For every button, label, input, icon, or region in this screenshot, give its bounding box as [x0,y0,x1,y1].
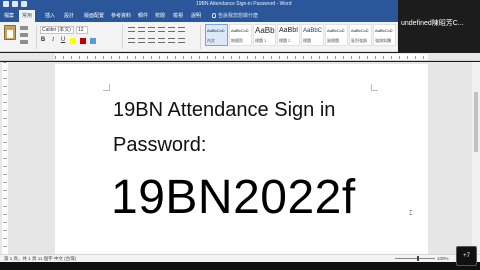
tab-home[interactable]: 常用 [19,10,36,22]
tab-insert[interactable]: 插入 [45,12,55,19]
zoom-level[interactable]: 100% [437,256,449,261]
paragraph-row-1 [128,27,185,32]
redo-icon[interactable] [21,1,27,7]
multilevel-list-icon[interactable] [148,27,155,32]
font-format-row: B I U [40,37,96,44]
tell-me-box[interactable]: 告訴我您想做什麼 [212,12,258,19]
italic-button[interactable]: I [50,37,56,44]
numbering-icon[interactable] [138,27,145,32]
tab-help[interactable]: 說明 [191,12,201,19]
window-title: 19BN Attendance Sign-in Password - Word [196,1,292,7]
document-canvas: 19BN Attendance Sign in Password: 19BN20… [0,62,480,264]
bullets-icon[interactable] [128,27,135,32]
decrease-indent-icon[interactable] [158,27,165,32]
highlight-color-icon[interactable] [70,38,76,44]
mouse-cursor-icon: ⌶ [409,211,413,217]
align-center-icon[interactable] [138,38,145,43]
clipboard-tools [20,26,28,44]
justify-icon[interactable] [158,38,165,43]
font-color-icon[interactable] [80,38,86,44]
participant-name: undefined陳昭芳C... [401,20,464,27]
style-heading-1[interactable]: AaBb 標題 1 [253,24,276,46]
group-divider [200,25,201,49]
document-password-label[interactable]: Password: [113,134,206,157]
format-painter-icon[interactable] [20,40,28,44]
tab-design[interactable]: 設計 [64,12,74,19]
vertical-ruler-ticks [3,62,7,261]
style-normal[interactable]: AaBbCcD 內文 [205,24,228,46]
tab-file[interactable]: 檔案 [4,12,14,19]
paste-icon[interactable] [4,25,16,40]
underline-button[interactable]: U [60,37,66,44]
status-bar: 第 1 頁，共 1 頁 11 個字 中文 (台灣) 100% [0,254,480,262]
ruler-body [55,54,428,60]
style-heading-2[interactable]: AaBbI 標題 2 [277,24,300,46]
vertical-ruler[interactable] [2,62,8,261]
copy-icon[interactable] [20,33,28,37]
tab-layout[interactable]: 版面配置 [84,12,104,19]
tab-mailings[interactable]: 郵件 [138,12,148,19]
tab-view[interactable]: 檢視 [173,12,183,19]
style-title[interactable]: AaBbC 標題 [301,24,324,46]
clipboard-group [2,24,32,50]
shading-icon[interactable] [178,38,185,43]
tab-review[interactable]: 校閱 [155,12,165,19]
save-icon[interactable] [3,1,9,7]
zoom-slider-thumb[interactable] [417,256,419,261]
increase-indent-icon[interactable] [168,27,175,32]
align-right-icon[interactable] [148,38,155,43]
text-effects-icon[interactable] [90,38,96,44]
margin-mark-top-right [371,84,378,91]
sort-icon[interactable] [178,27,185,32]
zoom-control[interactable]: 100% [395,256,449,261]
document-heading-line[interactable]: 19BN Attendance Sign in [113,99,335,122]
style-subtitle[interactable]: AaBbCcD 副標題 [325,24,348,46]
style-subtle-emphasis[interactable]: AaBbCcD 區別強調 [349,24,372,46]
style-emphasis[interactable]: AaBbCcD 強調斜體 [373,24,396,46]
quick-access-toolbar [3,1,27,7]
taskbar [0,262,480,270]
video-call-tile[interactable]: undefined陳昭芳C... [398,0,480,52]
line-spacing-icon[interactable] [168,38,175,43]
ruler-ticks [55,56,428,59]
bold-button[interactable]: B [40,37,46,44]
font-size-select[interactable]: 12 [76,26,88,34]
scrollbar-thumb[interactable] [474,92,478,152]
paragraph-row-2 [128,38,185,43]
document-page[interactable]: 19BN Attendance Sign in Password: 19BN20… [55,64,428,264]
margin-mark-top-left [103,84,110,91]
horizontal-ruler[interactable] [0,53,480,61]
align-left-icon[interactable] [128,38,135,43]
font-name-select[interactable]: Calibri (本文) [40,26,74,34]
tab-references[interactable]: 參考資料 [111,12,131,19]
more-participants-button[interactable]: +7 [456,246,477,266]
group-divider [36,25,37,49]
vertical-scrollbar[interactable] [472,62,480,261]
zoom-slider[interactable] [395,256,435,261]
undo-icon[interactable] [12,1,18,7]
style-no-spacing[interactable]: AaBbCcD 無間距 [229,24,252,46]
styles-gallery: AaBbCcD 內文 AaBbCcD 無間距 AaBb 標題 1 AaBbI 標… [205,24,420,46]
tell-me-text: 告訴我您想做什麼 [218,13,259,19]
lightbulb-icon [212,13,216,18]
cut-icon[interactable] [20,26,28,30]
document-password-value[interactable]: 19BN2022f [111,170,356,225]
group-divider [122,25,123,49]
